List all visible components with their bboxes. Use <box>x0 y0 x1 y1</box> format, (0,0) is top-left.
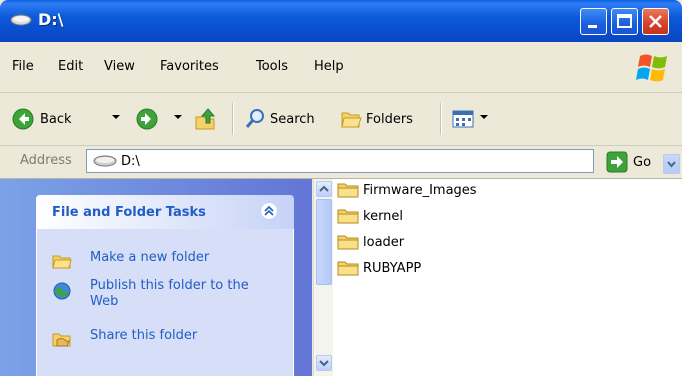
views-dropdown-arrow[interactable] <box>480 115 488 119</box>
forward-button[interactable] <box>136 105 158 133</box>
menu-bar: File Edit View Favorites Tools Help <box>0 42 682 93</box>
menu-view[interactable]: View <box>104 59 135 74</box>
chevron-down-icon <box>319 360 329 367</box>
folder-icon <box>337 183 359 198</box>
go-button[interactable]: Go <box>606 151 651 173</box>
forward-arrow-icon <box>136 108 158 130</box>
up-folder-button[interactable] <box>194 105 218 133</box>
list-item[interactable]: RUBYAPP <box>337 257 421 279</box>
new-folder-icon <box>52 255 72 269</box>
folders-icon <box>341 112 362 128</box>
scroll-down-button[interactable] <box>316 355 332 371</box>
close-icon <box>649 15 662 28</box>
scroll-thumb[interactable] <box>316 199 332 285</box>
menu-file[interactable]: File <box>12 59 34 74</box>
menu-edit[interactable]: Edit <box>58 59 83 74</box>
list-item[interactable]: kernel <box>337 205 403 227</box>
back-button[interactable]: Back <box>12 105 72 133</box>
windows-logo-icon <box>636 54 667 82</box>
maximize-icon <box>617 14 632 28</box>
search-icon <box>245 109 264 128</box>
search-button[interactable]: Search <box>244 105 315 133</box>
menu-help[interactable]: Help <box>314 59 344 74</box>
minimize-button[interactable] <box>580 8 607 35</box>
share-folder-icon <box>52 333 71 347</box>
minimize-icon <box>588 25 597 28</box>
title-bar[interactable]: D:\ <box>0 0 682 42</box>
folders-label: Folders <box>366 111 413 127</box>
go-label: Go <box>633 154 652 170</box>
search-label: Search <box>270 111 315 127</box>
address-input[interactable]: D:\ <box>86 149 680 174</box>
file-name: RUBYAPP <box>363 260 422 276</box>
task-panel-title: File and Folder Tasks <box>52 205 206 220</box>
address-dropdown-button[interactable] <box>663 154 680 174</box>
menu-favorites[interactable]: Favorites <box>160 59 219 74</box>
back-label: Back <box>40 111 72 127</box>
address-value: D:\ <box>121 154 140 169</box>
task-link-label: Make a new folder <box>90 250 210 265</box>
task-panel-header[interactable]: File and Folder Tasks <box>36 195 294 229</box>
standard-toolbar: Back Search Folders <box>0 93 682 146</box>
address-bar: Address D:\ Go <box>0 146 682 179</box>
list-item[interactable]: Firmware_Images <box>337 179 477 201</box>
folders-button[interactable]: Folders <box>340 105 413 133</box>
views-icon <box>452 110 474 128</box>
list-item[interactable]: loader <box>337 231 404 253</box>
toolbar-separator <box>232 103 234 135</box>
window-title: D:\ <box>38 10 64 29</box>
file-name: loader <box>363 234 405 250</box>
folder-icon <box>337 235 359 250</box>
back-dropdown-arrow[interactable] <box>112 115 120 119</box>
vertical-scrollbar[interactable] <box>313 179 333 376</box>
toolbar-separator <box>440 103 442 135</box>
chevron-up-icon <box>319 185 329 192</box>
back-arrow-icon <box>12 108 34 130</box>
file-name: kernel <box>363 208 404 224</box>
task-link-label: Share this folder <box>90 328 198 343</box>
close-button[interactable] <box>642 8 669 35</box>
collapse-button[interactable] <box>260 202 278 220</box>
publish-web-icon <box>53 282 71 300</box>
drive-icon <box>93 155 117 167</box>
folder-icon <box>337 209 359 224</box>
address-label: Address <box>20 153 72 168</box>
scroll-up-button[interactable] <box>316 181 332 197</box>
file-name: Firmware_Images <box>363 182 477 198</box>
chevron-down-icon <box>667 161 676 168</box>
forward-dropdown-arrow[interactable] <box>174 115 182 119</box>
drive-icon <box>10 14 32 26</box>
folder-icon <box>337 261 359 276</box>
task-link-label: Publish this folder to the Web <box>90 278 249 309</box>
views-button[interactable] <box>452 105 474 133</box>
explorer-window: D:\ File Edit View Favorites Tools Help <box>0 0 682 376</box>
maximize-button[interactable] <box>611 8 638 35</box>
file-list: Firmware_Images kernel loader RUBYAPP <box>333 179 682 376</box>
chevron-up-icon <box>264 205 274 216</box>
go-arrow-icon <box>606 151 628 173</box>
menu-tools[interactable]: Tools <box>256 59 288 74</box>
up-folder-icon <box>195 108 216 130</box>
